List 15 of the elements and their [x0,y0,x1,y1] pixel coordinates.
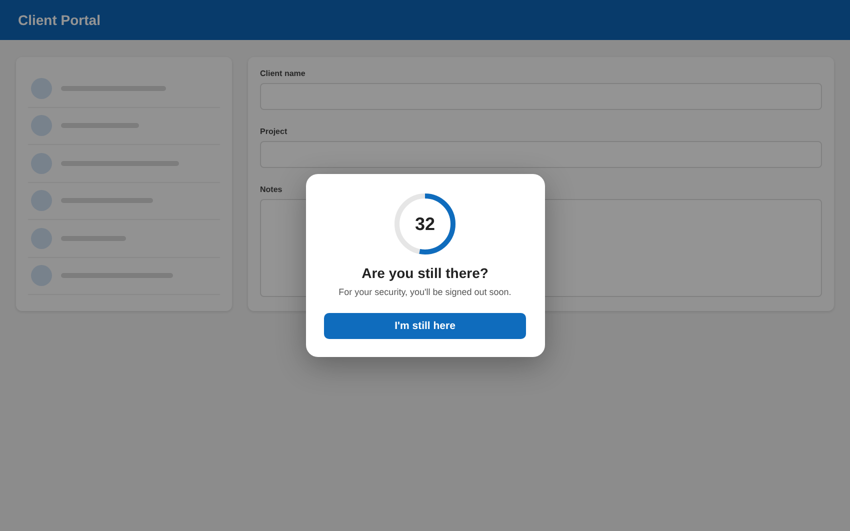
avatar-placeholder [31,190,52,212]
avatar-placeholder [31,78,52,99]
avatar-placeholder [31,265,52,286]
input-field[interactable] [260,141,822,168]
field-label: Notes [260,185,284,194]
countdown-number: 32 [414,212,436,236]
field-label: Project [260,127,288,136]
stay-button[interactable]: I'm still here [324,313,526,339]
app-title: Client Portal [18,12,100,28]
field-label: Client name [260,69,306,78]
avatar-placeholder [31,228,52,249]
avatar-placeholder [31,115,52,136]
dialog-title: Are you still there? [362,265,488,281]
avatar-placeholder [31,152,52,174]
dialog-message: For your security, you'll be signed out soon. [338,287,512,297]
